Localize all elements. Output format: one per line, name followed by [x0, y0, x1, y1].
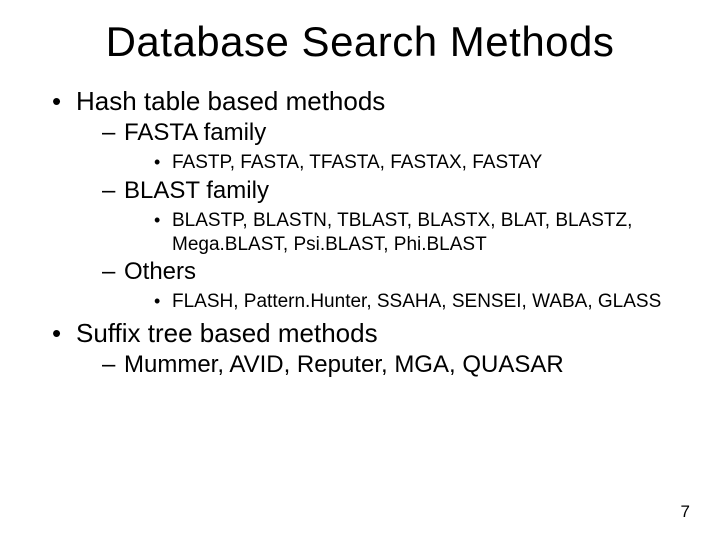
l2-item-suffix-list: Mummer, AVID, Reputer, MGA, QUASAR — [102, 351, 672, 379]
l3-text: BLASTP, BLASTN, TBLAST, BLASTX, BLAT, BL… — [172, 210, 632, 255]
slide-title: Database Search Methods — [48, 18, 672, 66]
slide: Database Search Methods Hash table based… — [0, 0, 720, 540]
l1-text: Suffix tree based methods — [76, 318, 378, 348]
l2-item-fasta: FASTA family FASTP, FASTA, TFASTA, FASTA… — [102, 119, 672, 175]
bullet-list-level3: FASTP, FASTA, TFASTA, FASTAX, FASTAY — [154, 151, 672, 175]
l1-item-suffix: Suffix tree based methods Mummer, AVID, … — [48, 318, 672, 379]
bullet-list-level2: FASTA family FASTP, FASTA, TFASTA, FASTA… — [102, 119, 672, 314]
l3-item-blast-list: BLASTP, BLASTN, TBLAST, BLASTX, BLAT, BL… — [154, 209, 672, 257]
l2-item-others: Others FLASH, Pattern.Hunter, SSAHA, SEN… — [102, 258, 672, 314]
bullet-list-level1: Hash table based methods FASTA family FA… — [48, 86, 672, 379]
l2-item-blast: BLAST family BLASTP, BLASTN, TBLAST, BLA… — [102, 177, 672, 257]
bullet-list-level2: Mummer, AVID, Reputer, MGA, QUASAR — [102, 351, 672, 379]
l2-text: Mummer, AVID, Reputer, MGA, QUASAR — [124, 351, 564, 378]
l3-item-others-list: FLASH, Pattern.Hunter, SSAHA, SENSEI, WA… — [154, 290, 672, 314]
l3-text: FASTP, FASTA, TFASTA, FASTAX, FASTAY — [172, 152, 542, 173]
l2-text: BLAST family — [124, 177, 269, 204]
bullet-list-level3: BLASTP, BLASTN, TBLAST, BLASTX, BLAT, BL… — [154, 209, 672, 257]
l3-text: FLASH, Pattern.Hunter, SSAHA, SENSEI, WA… — [172, 291, 661, 312]
bullet-list-level3: FLASH, Pattern.Hunter, SSAHA, SENSEI, WA… — [154, 290, 672, 314]
l1-text: Hash table based methods — [76, 86, 385, 116]
page-number: 7 — [681, 502, 690, 522]
l3-item-fasta-list: FASTP, FASTA, TFASTA, FASTAX, FASTAY — [154, 151, 672, 175]
l2-text: Others — [124, 258, 196, 285]
l1-item-hash: Hash table based methods FASTA family FA… — [48, 86, 672, 314]
l2-text: FASTA family — [124, 119, 266, 146]
